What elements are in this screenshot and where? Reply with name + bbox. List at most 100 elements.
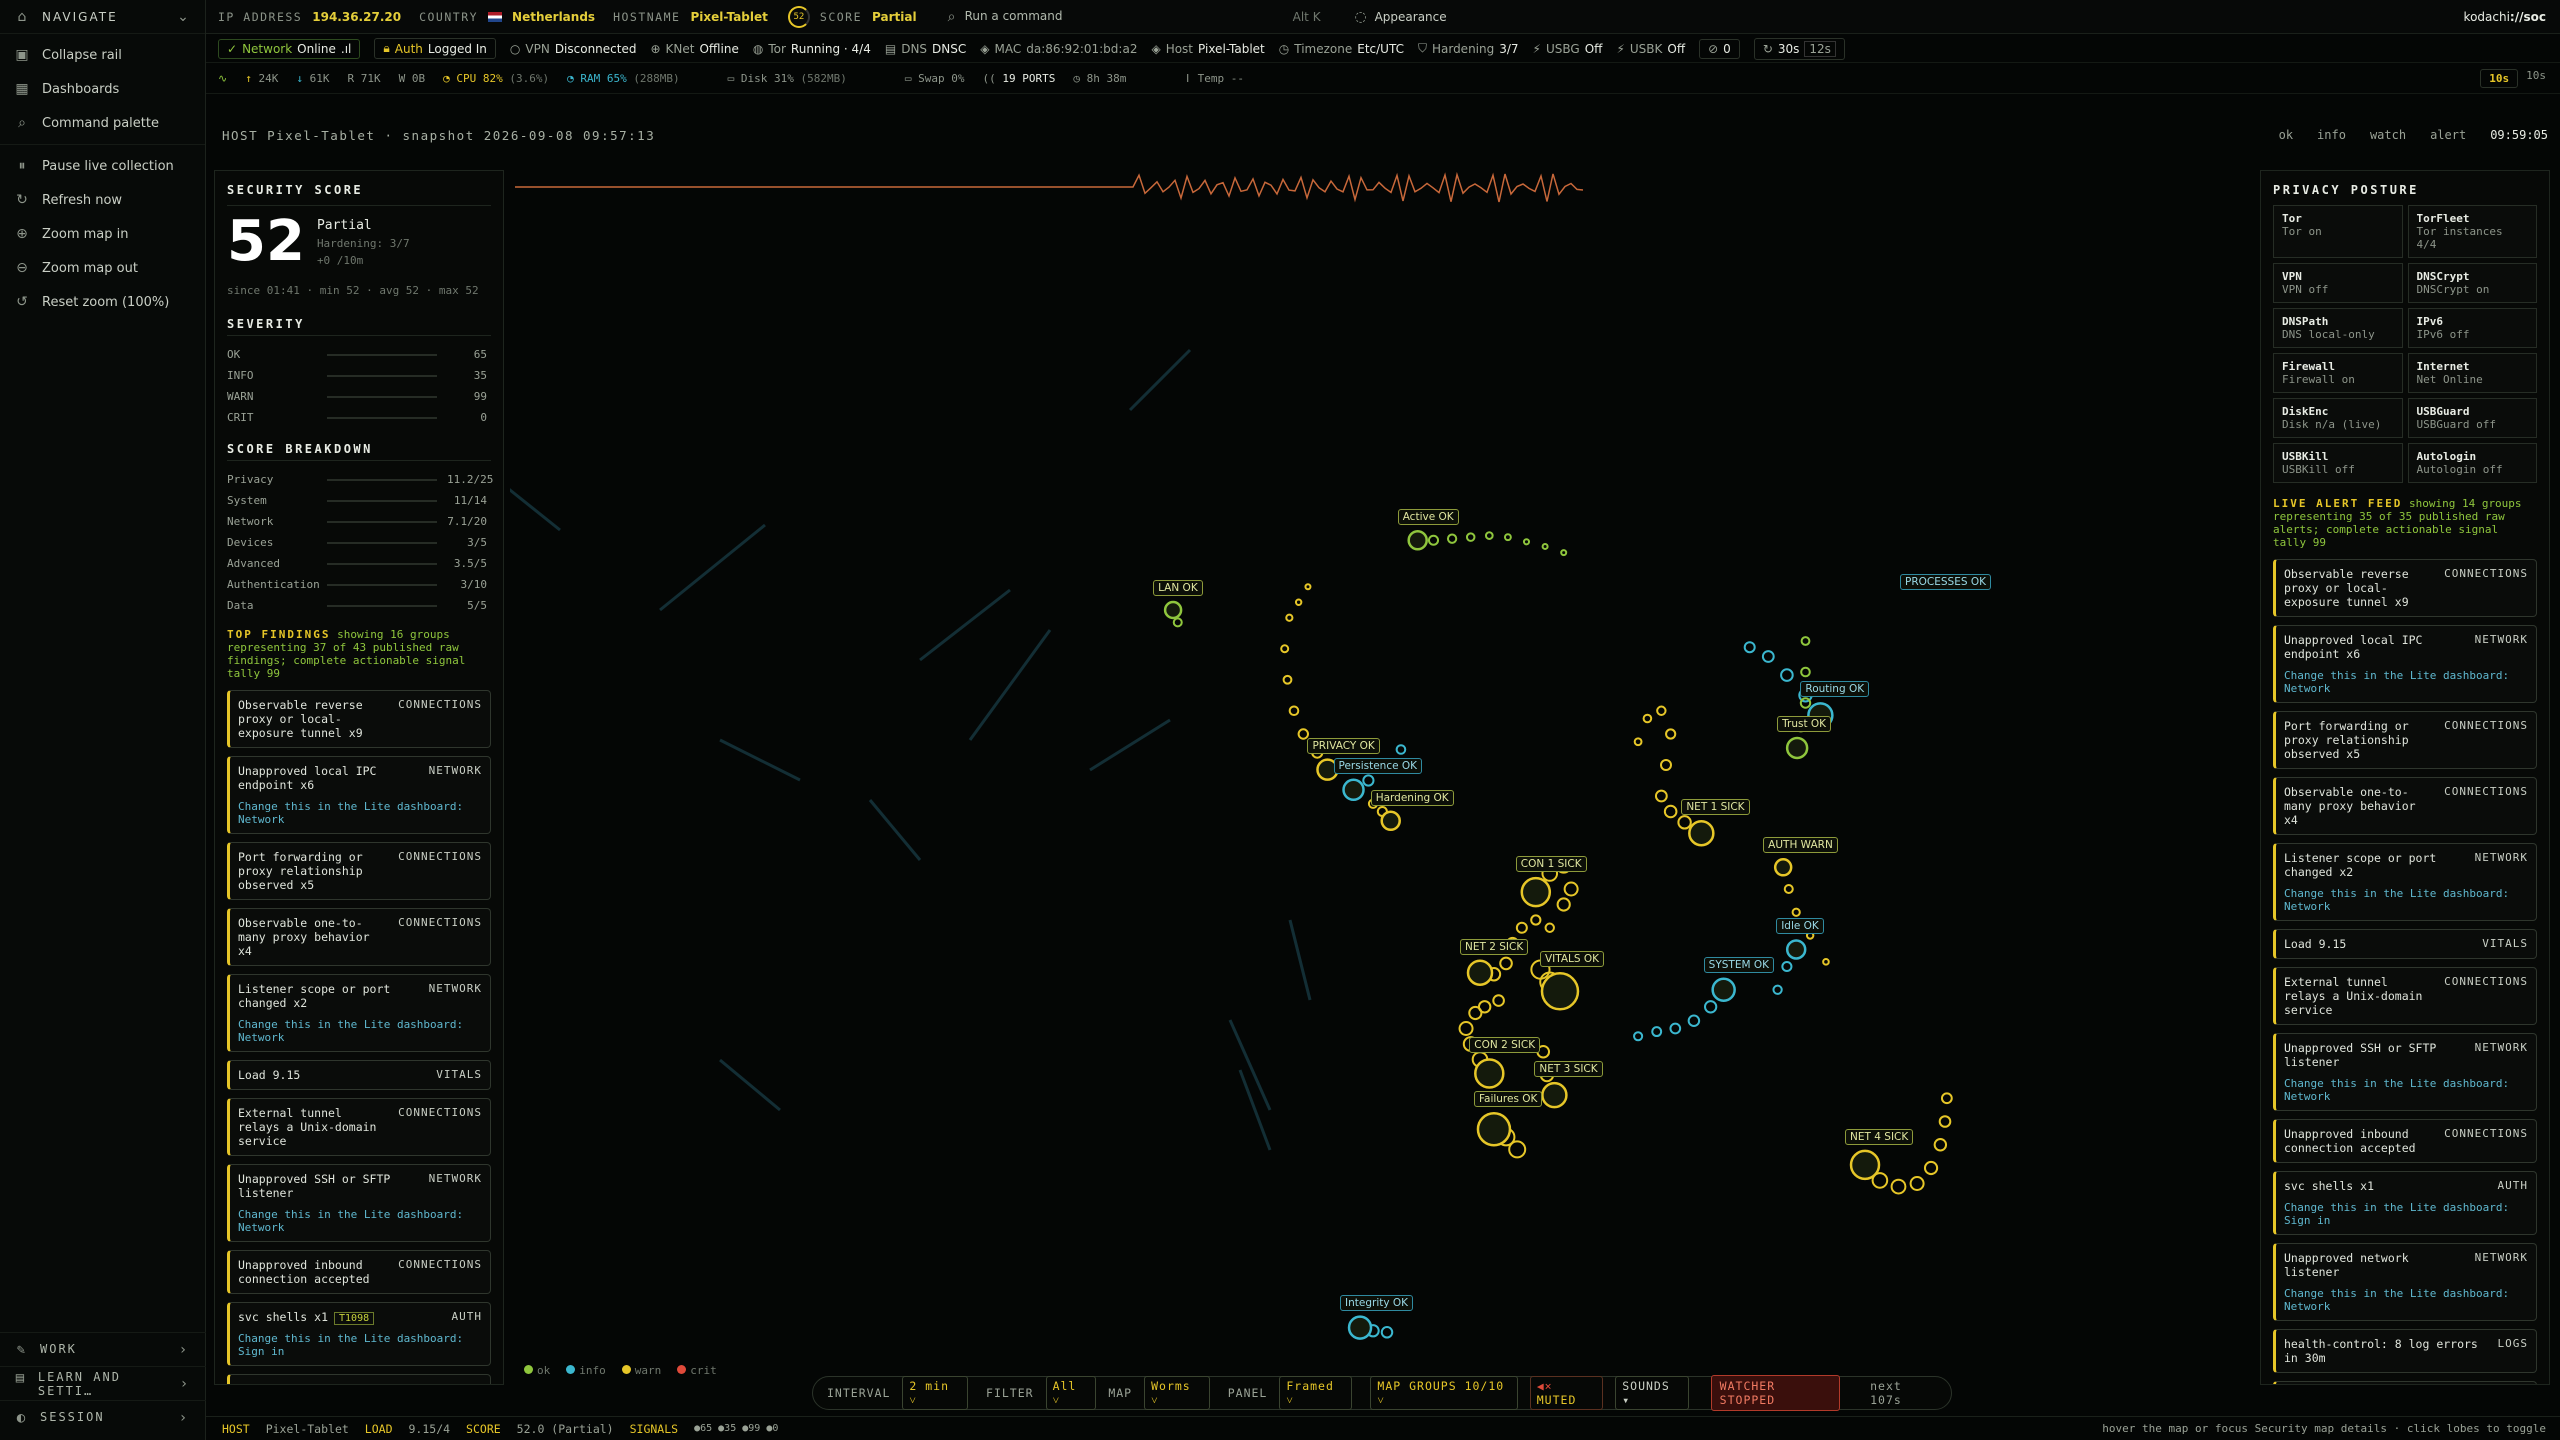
map-node-label[interactable]: PROCESSES OK bbox=[1900, 574, 1991, 590]
finding-card[interactable]: Observable reverse proxy or local-exposu… bbox=[227, 690, 491, 748]
map-worm[interactable] bbox=[1785, 636, 1812, 760]
worm-head[interactable] bbox=[1773, 858, 1793, 877]
finding-card[interactable]: Unapproved local IPC endpoint x6 NETWORK C… bbox=[227, 756, 491, 834]
map-node-label[interactable]: NET 3 SICK bbox=[1534, 1061, 1603, 1078]
finding-card[interactable]: Port forwarding or proxy relationship ob… bbox=[227, 842, 491, 900]
map-node-label[interactable]: NET 4 SICK bbox=[1845, 1128, 1914, 1145]
map-select[interactable]: Worms ˅ bbox=[1144, 1376, 1210, 1410]
rail-section-session[interactable]: ◐ SESSION › bbox=[0, 1400, 206, 1434]
usbg-status[interactable]: ⚡︎ USBG Off bbox=[1533, 42, 1603, 56]
rail-section-work[interactable]: ✎ WORK › bbox=[0, 1332, 206, 1366]
tor-status[interactable]: ◍ Tor Running · 4/4 bbox=[753, 42, 871, 56]
privacy-tile[interactable]: IPv6 IPv6 off bbox=[2407, 308, 2537, 348]
alert-card[interactable]: Unapproved inbound connection accepted CO… bbox=[2273, 1119, 2537, 1163]
map-node-label[interactable]: Active OK bbox=[1397, 509, 1459, 526]
finding-card[interactable]: Unapproved SSH or SFTP listener NETWORK Ch… bbox=[227, 1164, 491, 1242]
map-node-label[interactable]: Failures OK bbox=[1473, 1091, 1543, 1108]
map-node-label[interactable]: PRIVACY OK bbox=[1307, 737, 1380, 754]
map-node-label[interactable]: CON 2 SICK bbox=[1469, 1037, 1541, 1054]
navigate-header[interactable]: ⌂ NAVIGATE ⌄ bbox=[0, 0, 205, 34]
alert-card[interactable]: Unapproved local IPC endpoint x6 NETWORK C… bbox=[2273, 625, 2537, 703]
worm-head[interactable] bbox=[1540, 972, 1580, 1011]
finding-card[interactable]: Observable one-to-many proxy behavior x4… bbox=[227, 908, 491, 966]
command-palette-item[interactable]: ⌕ Command palette bbox=[0, 106, 205, 140]
worm-head[interactable] bbox=[1380, 810, 1401, 832]
worm-head[interactable] bbox=[1785, 736, 1809, 760]
worm-head[interactable] bbox=[1520, 876, 1552, 908]
mute-button[interactable]: ◀× MUTED bbox=[1529, 1376, 1604, 1410]
privacy-tile[interactable]: TorFleet Tor instances 4/4 bbox=[2407, 205, 2537, 258]
alert-card[interactable]: Listener scope or port changed x2 NETWORK… bbox=[2273, 843, 2537, 921]
map-node-label[interactable]: AUTH WARN bbox=[1763, 837, 1838, 854]
finding-card[interactable]: External tunnel relays a Unix-domain ser… bbox=[227, 1098, 491, 1156]
rail-section-learn[interactable]: ▤ LEARN AND SETTI… › bbox=[0, 1366, 206, 1400]
map-node-label[interactable]: NET 2 SICK bbox=[1460, 938, 1529, 955]
worm-head[interactable] bbox=[1347, 1315, 1373, 1340]
interval-select[interactable]: 2 min ˅ bbox=[902, 1376, 969, 1410]
alert-card[interactable]: Observable one-to-many proxy behavior x4… bbox=[2273, 777, 2537, 835]
map-node-label[interactable]: Routing OK bbox=[1800, 681, 1870, 698]
map-node-label[interactable]: SYSTEM OK bbox=[1703, 956, 1774, 973]
vpn-status[interactable]: ○ VPN Disconnected bbox=[510, 42, 637, 56]
worm-head[interactable] bbox=[1541, 1081, 1568, 1109]
map-node-label[interactable]: Trust OK bbox=[1777, 715, 1832, 732]
host-status[interactable]: ◈ Host Pixel-Tablet bbox=[1151, 42, 1264, 56]
worm-head[interactable] bbox=[1476, 1112, 1512, 1147]
worm-head[interactable] bbox=[1849, 1149, 1881, 1181]
worm-head[interactable] bbox=[1711, 977, 1736, 1002]
zoom-out-item[interactable]: ⊖ Zoom map out bbox=[0, 251, 205, 285]
map-node-label[interactable]: VITALS OK bbox=[1539, 951, 1605, 968]
finding-card[interactable]: Unapproved inbound connection accepted CO… bbox=[227, 1250, 491, 1294]
worm-head[interactable] bbox=[1688, 819, 1715, 847]
privacy-tile[interactable]: USBGuard USBGuard off bbox=[2407, 398, 2537, 438]
user-label[interactable]: kodachi://soc bbox=[2464, 10, 2546, 24]
worm-head[interactable] bbox=[1407, 530, 1428, 551]
alert-card[interactable]: Port forwarding or proxy relationship ob… bbox=[2273, 711, 2537, 769]
refresh-rate-1[interactable]: 10s bbox=[2480, 69, 2519, 88]
appearance-button[interactable]: ◌ Appearance bbox=[1353, 9, 1446, 25]
map-worm[interactable] bbox=[1476, 1112, 1527, 1159]
hardening-status[interactable]: ⛉ Hardening 3/7 bbox=[1418, 41, 1519, 56]
privacy-tile[interactable]: Internet Net Online bbox=[2407, 353, 2537, 393]
finding-card[interactable]: svc shells x1 T1098 AUTH Change this in the… bbox=[227, 1302, 491, 1366]
worm-head[interactable] bbox=[1474, 1058, 1505, 1089]
worm-head[interactable] bbox=[1785, 939, 1807, 960]
map-worm[interactable] bbox=[1772, 939, 1807, 995]
worm-head[interactable] bbox=[1466, 959, 1494, 986]
dns-status[interactable]: ▤ DNS DNSC bbox=[885, 42, 966, 56]
interval-alt[interactable]: 12s bbox=[1804, 40, 1836, 57]
map-worm[interactable] bbox=[1530, 959, 1580, 1011]
privacy-tile[interactable]: Autologin Autologin off bbox=[2407, 443, 2537, 483]
map-worm[interactable] bbox=[1633, 705, 1715, 847]
worm-head[interactable] bbox=[1163, 600, 1183, 620]
watcher-stopped-button[interactable]: WATCHER STOPPED bbox=[1710, 1375, 1841, 1411]
privacy-tile[interactable]: DNSPath DNS local-only bbox=[2273, 308, 2403, 348]
command-input[interactable]: ⌕ Run a command Alt K bbox=[939, 5, 1329, 29]
network-status[interactable]: ✓ Network Online .ıl bbox=[218, 38, 361, 59]
zoom-in-item[interactable]: ⊕ Zoom map in bbox=[0, 217, 205, 251]
interval-selector[interactable]: ↻ 30s 12s bbox=[1753, 37, 1845, 60]
timezone-status[interactable]: ◷ Timezone Etc/UTC bbox=[1279, 42, 1404, 56]
finding-card[interactable]: Listener scope or port changed x2 NETWORK… bbox=[227, 974, 491, 1052]
refresh-rates[interactable]: 10s 10s bbox=[2480, 69, 2546, 88]
dashboards-item[interactable]: ▦ Dashboards bbox=[0, 72, 205, 106]
auth-status[interactable]: 🔒︎ Auth Logged In bbox=[374, 38, 496, 59]
filter-select[interactable]: All ˅ bbox=[1045, 1376, 1097, 1410]
alert-card[interactable]: health-control: 8 log errors in 30m LOGS bbox=[2273, 1329, 2537, 1373]
map-node-label[interactable]: Idle OK bbox=[1776, 918, 1824, 935]
map-node-label[interactable]: Persistence OK bbox=[1333, 757, 1423, 774]
worm-head[interactable] bbox=[1342, 778, 1365, 802]
refresh-rate-2[interactable]: 10s bbox=[2526, 69, 2546, 88]
alert-card[interactable]: Unapproved SSH or SFTP listener NETWORK Ch… bbox=[2273, 1033, 2537, 1111]
alert-count[interactable]: ⊘ 0 bbox=[1699, 38, 1740, 59]
refresh-item[interactable]: ↻ Refresh now bbox=[0, 183, 205, 217]
pause-live-item[interactable]: ⏸ Pause live collection bbox=[0, 149, 205, 183]
map-worm[interactable] bbox=[1407, 530, 1568, 557]
alert-card[interactable]: Load 9.15 VITALS bbox=[2273, 929, 2537, 959]
alert-card[interactable]: svc shells x1 AUTH Change this in the Lite… bbox=[2273, 1171, 2537, 1235]
finding-card[interactable]: Load 9.15 VITALS bbox=[227, 1060, 491, 1090]
panel-select[interactable]: Framed ˅ bbox=[1279, 1376, 1353, 1410]
alert-card[interactable]: kodachi-dashboard: 27 log errors in 30mL… bbox=[2273, 1381, 2537, 1384]
map-worm[interactable] bbox=[1163, 600, 1183, 628]
map-groups-select[interactable]: MAP GROUPS 10/10 ˅ bbox=[1370, 1376, 1518, 1410]
